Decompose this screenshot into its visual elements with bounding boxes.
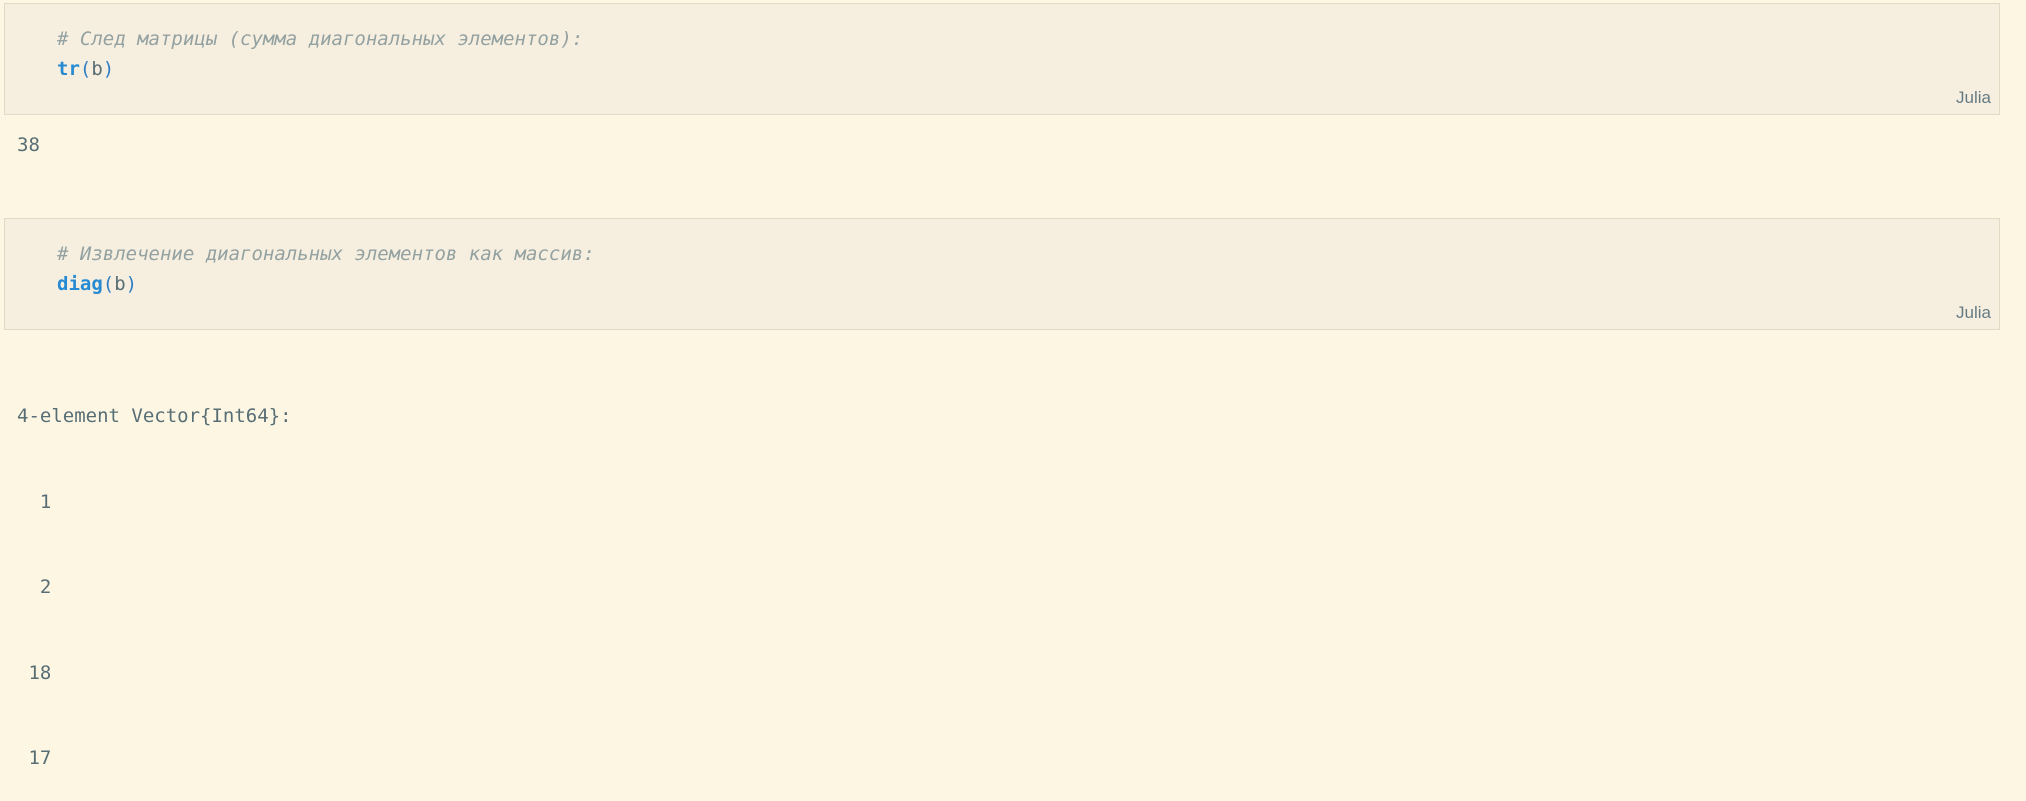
open-paren: (: [102, 273, 115, 295]
vector-element: 17: [17, 747, 52, 769]
close-paren: ): [125, 273, 138, 295]
vector-element: 18: [17, 661, 52, 684]
open-paren: (: [79, 58, 92, 80]
cell-output-diag: 4-element Vector{Int64}: 1 2 18 17: [17, 345, 292, 801]
vector-element: 1: [17, 490, 52, 513]
function-name: tr: [57, 58, 80, 80]
code-block[interactable]: # След матрицы (сумма диагональных элеме…: [57, 24, 583, 84]
function-name: diag: [57, 273, 103, 295]
cell-output-trace: 38: [17, 134, 40, 156]
code-comment: # Извлечение диагональных элементов как …: [57, 243, 595, 265]
language-label: Julia: [1956, 303, 1991, 322]
close-paren: ): [102, 58, 115, 80]
code-cell-trace[interactable]: # След матрицы (сумма диагональных элеме…: [4, 3, 2000, 115]
vector-element: 2: [17, 576, 52, 598]
code-cell-diag[interactable]: # Извлечение диагональных элементов как …: [4, 218, 2000, 330]
code-block[interactable]: # Извлечение диагональных элементов как …: [57, 239, 595, 299]
output-header: 4-element Vector{Int64}:: [17, 405, 292, 427]
function-argument: b: [114, 273, 126, 295]
function-argument: b: [91, 58, 103, 80]
language-label: Julia: [1956, 88, 1991, 107]
code-comment: # След матрицы (сумма диагональных элеме…: [57, 28, 584, 50]
